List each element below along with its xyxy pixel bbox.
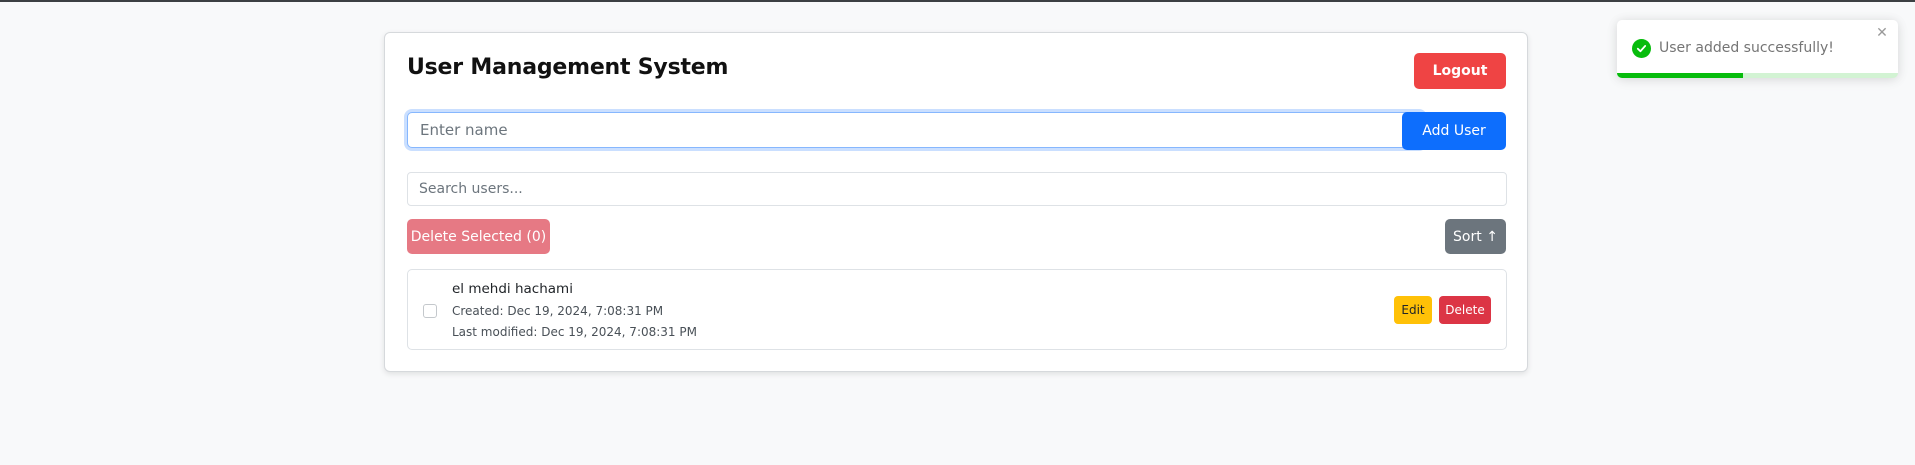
user-name: el mehdi hachami	[452, 281, 573, 297]
logout-button[interactable]: Logout	[1414, 53, 1506, 89]
success-check-icon	[1632, 39, 1651, 58]
edit-button[interactable]: Edit	[1394, 296, 1432, 324]
top-border	[0, 0, 1915, 2]
list-item: el mehdi hachami Created: Dec 19, 2024, …	[407, 269, 1507, 350]
close-icon[interactable]: ✕	[1874, 24, 1890, 40]
delete-button[interactable]: Delete	[1439, 296, 1491, 324]
modified-date: Last modified: Dec 19, 2024, 7:08:31 PM	[452, 325, 697, 339]
name-input[interactable]	[407, 112, 1424, 148]
toast-message: User added successfully!	[1659, 40, 1834, 56]
delete-selected-button[interactable]: Delete Selected (0)	[407, 219, 550, 254]
page-title: User Management System	[407, 55, 729, 80]
user-select-checkbox[interactable]	[423, 304, 437, 318]
created-date: Created: Dec 19, 2024, 7:08:31 PM	[452, 304, 664, 318]
add-user-button[interactable]: Add User	[1402, 112, 1506, 150]
toast-progress-bar	[1617, 73, 1744, 78]
search-input[interactable]	[407, 172, 1507, 206]
success-toast[interactable]: User added successfully! ✕	[1617, 20, 1898, 78]
user-management-card: User Management System Logout Add User D…	[384, 32, 1528, 372]
sort-button[interactable]: Sort ↑	[1445, 219, 1506, 254]
